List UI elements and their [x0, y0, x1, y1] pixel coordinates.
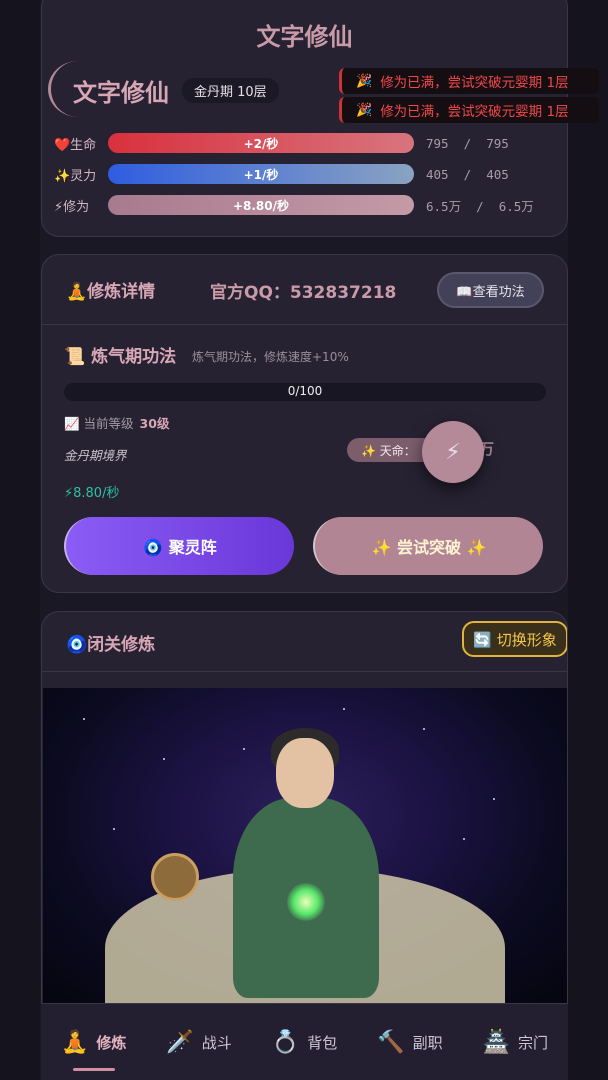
- nav-battle[interactable]: 🗡️ 战斗: [146, 1004, 251, 1080]
- spirit-rate: +1/秒: [243, 167, 279, 182]
- character-name: 文字修仙: [73, 79, 169, 107]
- technique-description: 炼气期功法，修炼速度+10%: [192, 350, 349, 364]
- nav-bag[interactable]: 💍 背包: [252, 1004, 357, 1080]
- details-title: 🧘修炼详情: [66, 282, 156, 302]
- cultivation-label: ⚡修为: [54, 199, 90, 215]
- toast-text: 修为已满，尝试突破元婴期 1层: [380, 104, 569, 120]
- realm-text: 金丹期境界: [64, 448, 127, 463]
- current-level: 📈 当前等级 30级: [64, 413, 169, 432]
- cultivator-illustration: [43, 688, 567, 1008]
- official-qq: 官方QQ：532837218: [210, 283, 397, 303]
- nav-label: 修炼: [96, 1033, 127, 1052]
- spirit-label: ✨灵力: [54, 168, 97, 184]
- realm-badge: 金丹期 10层: [182, 78, 279, 103]
- right-shade: [568, 0, 608, 1080]
- technique-progress-bar: 0/100: [64, 383, 546, 401]
- nav-profession[interactable]: 🔨 副职: [357, 1004, 462, 1080]
- stat-row-cultivation: ⚡修为 +8.80/秒 6.5万 / 6.5万: [54, 194, 554, 216]
- temple-icon: 🏯: [482, 1029, 511, 1055]
- meditation-icon: 🧘: [60, 1029, 89, 1055]
- spirit-array-button[interactable]: 🧿 聚灵阵: [64, 517, 294, 575]
- nav-label: 宗门: [518, 1033, 549, 1052]
- compass-icon: [151, 853, 199, 901]
- bottom-nav: 🧘 修炼 🗡️ 战斗 💍 背包 🔨 副职 🏯 宗门: [41, 1003, 568, 1080]
- cultivation-details-card: 🧘修炼详情 官方QQ：532837218 📖查看功法 📜 炼气期功法 炼气期功法…: [41, 254, 568, 593]
- app-title: 文字修仙: [256, 23, 353, 51]
- breakthrough-button[interactable]: ✨ 尝试突破 ✨: [313, 517, 543, 575]
- nav-sect[interactable]: 🏯 宗门: [463, 1004, 568, 1080]
- switch-appearance-button[interactable]: 🔄 切换形象: [462, 621, 567, 657]
- hammer-icon: 🔨: [377, 1029, 405, 1055]
- life-values: 795 / 795: [426, 135, 509, 151]
- cultivation-speed: ⚡8.80/秒: [64, 486, 120, 501]
- active-tab-indicator: [73, 1068, 115, 1071]
- party-icon: 🎉: [356, 73, 373, 89]
- retreat-title: 🧿闭关修炼: [66, 635, 156, 655]
- spirit-values: 405 / 405: [426, 166, 509, 182]
- stat-row-spirit: ✨灵力 +1/秒 405 / 405: [54, 163, 554, 185]
- nav-cultivate[interactable]: 🧘 修炼: [41, 1004, 146, 1080]
- spirit-bar: +1/秒: [108, 164, 414, 184]
- lightning-icon: ⚡: [445, 439, 461, 465]
- left-shade: [0, 0, 40, 1080]
- technique-title: 📜 炼气期功法: [64, 347, 177, 367]
- life-label: ❤️生命: [54, 137, 97, 153]
- toast-text: 修为已满，尝试突破元婴期 1层: [380, 75, 569, 91]
- level-label: 📈 当前等级: [64, 416, 134, 431]
- view-technique-button[interactable]: 📖查看功法: [437, 272, 544, 308]
- party-icon: 🎉: [356, 102, 373, 118]
- toast-notification: 🎉 修为已满，尝试突破元婴期 1层: [339, 97, 599, 123]
- lightning-fab-button[interactable]: ⚡: [422, 421, 484, 483]
- sword-icon: 🗡️: [166, 1029, 194, 1055]
- cultivation-bar: +8.80/秒: [108, 195, 414, 215]
- life-rate: +2/秒: [243, 136, 279, 151]
- nav-label: 战斗: [201, 1033, 232, 1052]
- toast-notification: 🎉 修为已满，尝试突破元婴期 1层: [339, 68, 599, 94]
- cultivation-values: 6.5万 / 6.5万: [426, 198, 534, 214]
- energy-orb: [287, 883, 325, 921]
- level-value: 30级: [139, 416, 170, 431]
- cultivation-rate: +8.80/秒: [232, 198, 290, 213]
- nav-label: 背包: [307, 1033, 338, 1052]
- progress-text: 0/100: [287, 384, 323, 398]
- cultivator-head: [276, 738, 334, 808]
- details-header: 🧘修炼详情 官方QQ：532837218 📖查看功法: [42, 255, 567, 325]
- stat-row-life: ❤️生命 +2/秒 795 / 795: [54, 132, 554, 154]
- nav-label: 副职: [412, 1033, 443, 1052]
- life-bar: +2/秒: [108, 133, 414, 153]
- retreat-header: 🧿闭关修炼 🔄 切换形象: [42, 612, 567, 672]
- ring-icon: 💍: [271, 1029, 300, 1055]
